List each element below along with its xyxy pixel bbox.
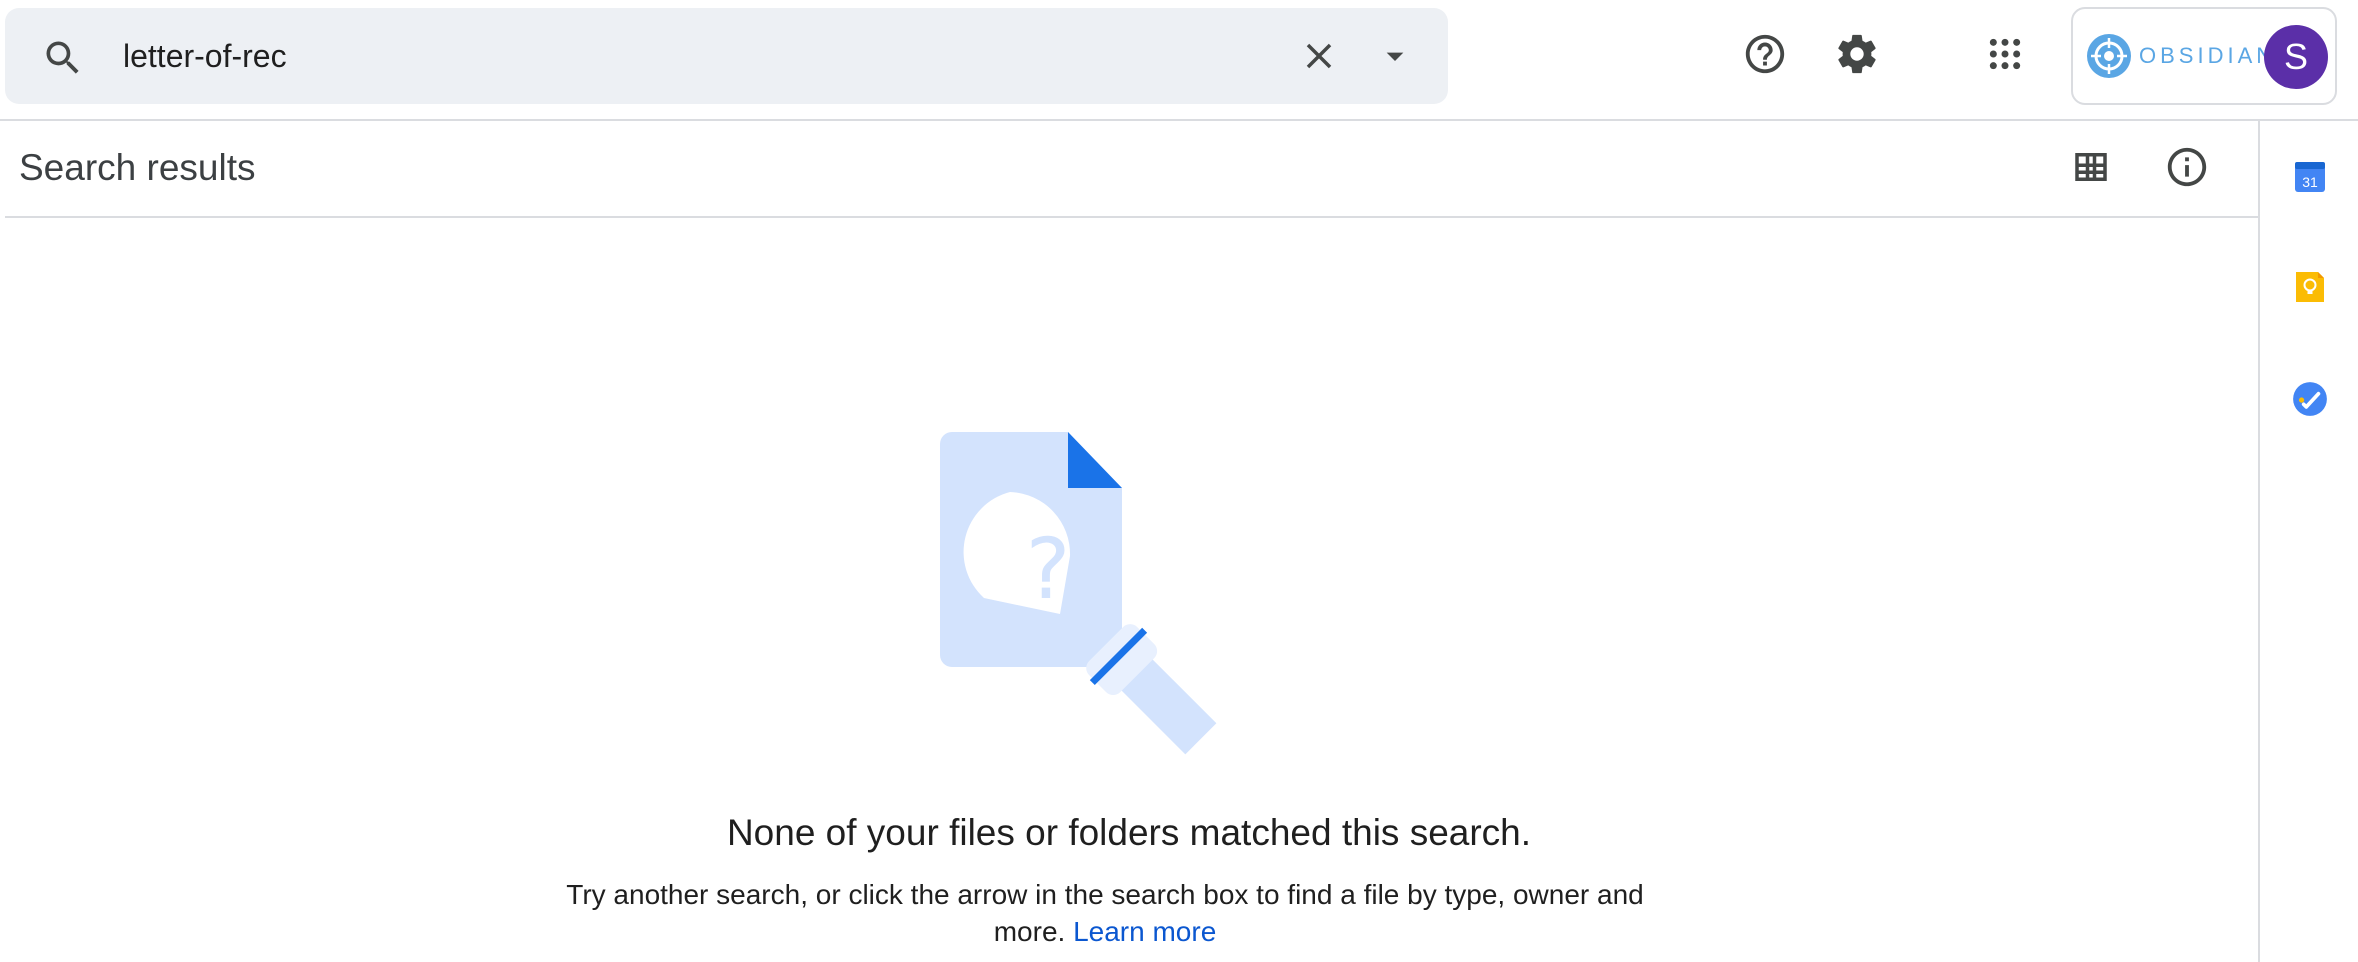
avatar[interactable]: S (2264, 25, 2328, 89)
empty-state-title: None of your files or folders matched th… (726, 812, 1532, 853)
learn-more-link[interactable]: Learn more (1073, 916, 1216, 947)
org-name: OBSIDIAN (2139, 43, 2277, 68)
apps-grid-icon (1985, 34, 2025, 79)
apps-button[interactable] (1977, 28, 2033, 84)
calendar-icon: 31 (2292, 159, 2328, 200)
help-button[interactable] (1737, 28, 1793, 84)
tasks-icon (2291, 380, 2329, 423)
page-title: Search results (19, 147, 256, 188)
search-input[interactable] (117, 28, 1267, 84)
grid-view-icon (2070, 146, 2112, 193)
caret-down-icon (1375, 36, 1415, 81)
view-details-button[interactable] (2159, 141, 2215, 197)
calendar-date: 31 (2302, 174, 2318, 190)
help-icon (1742, 31, 1788, 82)
calendar-button[interactable]: 31 (2286, 155, 2334, 203)
side-panel: 31 (2258, 121, 2358, 962)
search-options-button[interactable] (1371, 34, 1419, 82)
empty-search-illustration: ? (940, 432, 1217, 755)
results-header: Search results (5, 121, 2258, 218)
org-logo (2085, 32, 2133, 80)
search-icon[interactable] (41, 36, 85, 80)
tasks-button[interactable] (2286, 377, 2334, 425)
search-box[interactable] (5, 8, 1448, 104)
clear-search-button[interactable] (1295, 34, 1343, 82)
settings-button[interactable] (1829, 28, 1885, 84)
empty-state-description: Try another search, or click the arrow i… (550, 876, 1660, 950)
close-icon (1298, 35, 1340, 82)
keep-button[interactable] (2286, 265, 2334, 313)
keep-icon (2292, 269, 2328, 310)
info-icon (2164, 144, 2210, 195)
gear-icon (1834, 31, 1880, 82)
account-switcher[interactable]: OBSIDIAN S (2071, 7, 2337, 105)
question-mark-icon: ? (1026, 520, 1071, 618)
top-bar: OBSIDIAN S (0, 0, 2358, 121)
grid-view-button[interactable] (2063, 141, 2119, 197)
